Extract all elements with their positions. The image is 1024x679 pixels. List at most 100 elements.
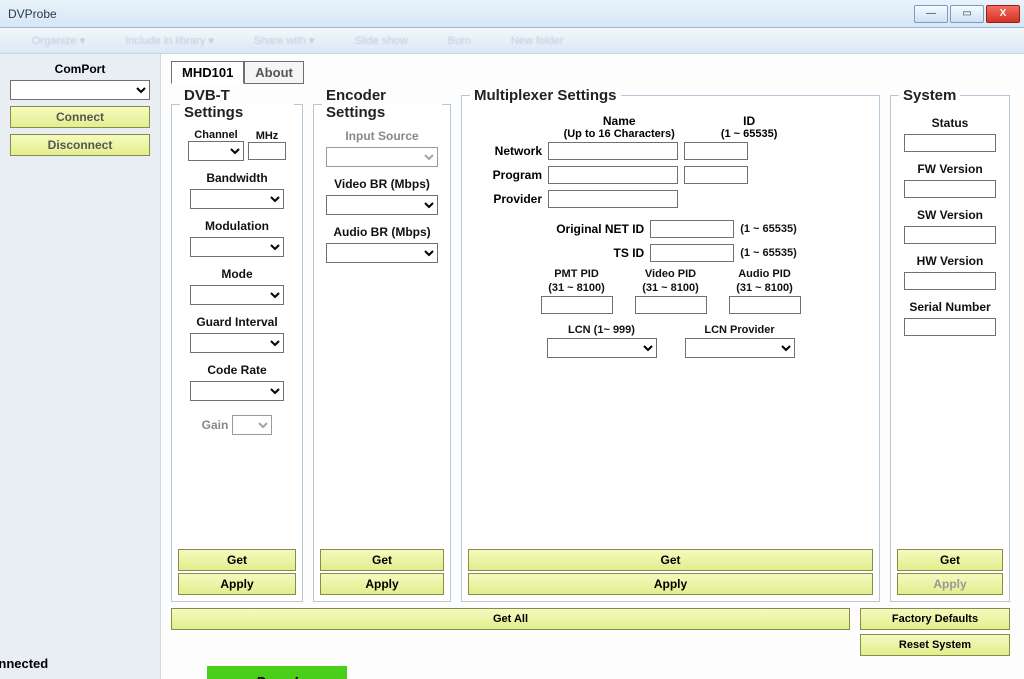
mux-id-header: ID: [721, 114, 778, 128]
gain-select: [232, 415, 272, 435]
tab-mhd101-label: MHD101: [182, 65, 233, 80]
dvb-settings-group: DVB-T Settings Channel MHz Bandwidth Mod…: [171, 87, 303, 602]
get-all-button[interactable]: Get All: [171, 608, 850, 630]
lcn-provider-label: LCN Provider: [704, 324, 774, 336]
ghost-toolbar: Organize ▾ Include in library ▾ Share wi…: [0, 28, 1024, 54]
system-group: System Status FW Version SW Version HW V…: [890, 87, 1010, 602]
multiplexer-settings-group: Multiplexer Settings Name (Up to 16 Char…: [461, 87, 880, 602]
audio-pid-input[interactable]: [729, 296, 801, 314]
guard-select[interactable]: [190, 333, 284, 353]
close-button[interactable]: X: [986, 5, 1020, 23]
mux-name-header: Name: [564, 114, 675, 128]
sw-label: SW Version: [917, 208, 983, 222]
done-indicator: Done!: [207, 666, 347, 679]
dvb-apply-button[interactable]: Apply: [178, 573, 296, 595]
provider-label: Provider: [476, 192, 542, 206]
network-name-input[interactable]: [548, 142, 678, 160]
channel-select[interactable]: [188, 141, 244, 161]
status-label: Status: [932, 116, 969, 130]
pmt-pid-hint: (31 ~ 8100): [548, 282, 605, 294]
gain-label: Gain: [202, 418, 229, 432]
sys-apply-button[interactable]: Apply: [897, 573, 1003, 595]
enc-get-button[interactable]: Get: [320, 549, 444, 571]
mux-apply-button[interactable]: Apply: [468, 573, 873, 595]
serial-field: [904, 318, 996, 336]
tab-about[interactable]: About: [244, 61, 304, 84]
tab-about-label: About: [255, 65, 293, 80]
channel-label: Channel: [194, 129, 237, 141]
input-source-select: [326, 147, 438, 167]
ts-id-label: TS ID: [544, 246, 644, 260]
mode-select[interactable]: [190, 285, 284, 305]
serial-label: Serial Number: [909, 300, 990, 314]
provider-name-input[interactable]: [548, 190, 678, 208]
dvb-get-button[interactable]: Get: [178, 549, 296, 571]
maximize-button[interactable]: ▭: [950, 5, 984, 23]
program-name-input[interactable]: [548, 166, 678, 184]
system-legend: System: [899, 87, 960, 104]
tab-mhd101[interactable]: MHD101: [171, 61, 244, 84]
audio-pid-hint: (31 ~ 8100): [736, 282, 793, 294]
mux-legend: Multiplexer Settings: [470, 87, 621, 104]
hw-label: HW Version: [917, 254, 984, 268]
disconnect-button[interactable]: Disconnect: [10, 134, 150, 156]
bandwidth-select[interactable]: [190, 189, 284, 209]
lcn-label: LCN (1~ 999): [568, 324, 635, 336]
orig-net-id-input[interactable]: [650, 220, 734, 238]
status-field: [904, 134, 996, 152]
video-pid-hint: (31 ~ 8100): [642, 282, 699, 294]
mode-label: Mode: [221, 267, 252, 281]
sys-get-button[interactable]: Get: [897, 549, 1003, 571]
window-title: DVProbe: [8, 7, 57, 21]
orig-net-id-hint: (1 ~ 65535): [740, 223, 797, 235]
ts-id-hint: (1 ~ 65535): [740, 247, 797, 259]
reset-system-button[interactable]: Reset System: [860, 634, 1010, 656]
guard-label: Guard Interval: [196, 315, 277, 329]
audio-pid-label: Audio PID: [738, 268, 791, 280]
audio-br-label: Audio BR (Mbps): [333, 225, 430, 239]
modulation-label: Modulation: [205, 219, 269, 233]
connection-status: NOT Connected: [0, 656, 48, 671]
window-controls: — ▭ X: [914, 5, 1020, 23]
mhz-label: MHz: [256, 130, 279, 142]
network-label: Network: [476, 144, 542, 158]
comport-select[interactable]: [10, 80, 150, 100]
bandwidth-label: Bandwidth: [206, 171, 267, 185]
audio-br-select[interactable]: [326, 243, 438, 263]
lcn-provider-select[interactable]: [685, 338, 795, 358]
window-titlebar: DVProbe — ▭ X: [0, 0, 1024, 28]
fw-field: [904, 180, 996, 198]
modulation-select[interactable]: [190, 237, 284, 257]
lcn-select[interactable]: [547, 338, 657, 358]
sw-field: [904, 226, 996, 244]
video-pid-input[interactable]: [635, 296, 707, 314]
network-id-input[interactable]: [684, 142, 748, 160]
enc-apply-button[interactable]: Apply: [320, 573, 444, 595]
mhz-input[interactable]: [248, 142, 286, 160]
program-id-input[interactable]: [684, 166, 748, 184]
mux-id-hint: (1 ~ 65535): [721, 128, 778, 140]
connect-button[interactable]: Connect: [10, 106, 150, 128]
dvb-legend: DVB-T Settings: [180, 87, 294, 121]
sidebar: ComPort Connect Disconnect NOT Connected: [0, 54, 160, 679]
video-br-label: Video BR (Mbps): [334, 177, 430, 191]
comport-label: ComPort: [55, 62, 106, 76]
main-area: MHD101 About DVB-T Settings Channel MHz: [160, 54, 1024, 679]
orig-net-id-label: Original NET ID: [544, 222, 644, 236]
encoder-legend: Encoder Settings: [322, 87, 442, 121]
coderate-select[interactable]: [190, 381, 284, 401]
ts-id-input[interactable]: [650, 244, 734, 262]
pmt-pid-label: PMT PID: [554, 268, 599, 280]
factory-defaults-button[interactable]: Factory Defaults: [860, 608, 1010, 630]
video-br-select[interactable]: [326, 195, 438, 215]
minimize-button[interactable]: —: [914, 5, 948, 23]
program-label: Program: [476, 168, 542, 182]
coderate-label: Code Rate: [207, 363, 266, 377]
fw-label: FW Version: [917, 162, 982, 176]
mux-get-button[interactable]: Get: [468, 549, 873, 571]
video-pid-label: Video PID: [645, 268, 696, 280]
mux-name-hint: (Up to 16 Characters): [564, 128, 675, 140]
pmt-pid-input[interactable]: [541, 296, 613, 314]
hw-field: [904, 272, 996, 290]
input-source-label: Input Source: [345, 129, 418, 143]
